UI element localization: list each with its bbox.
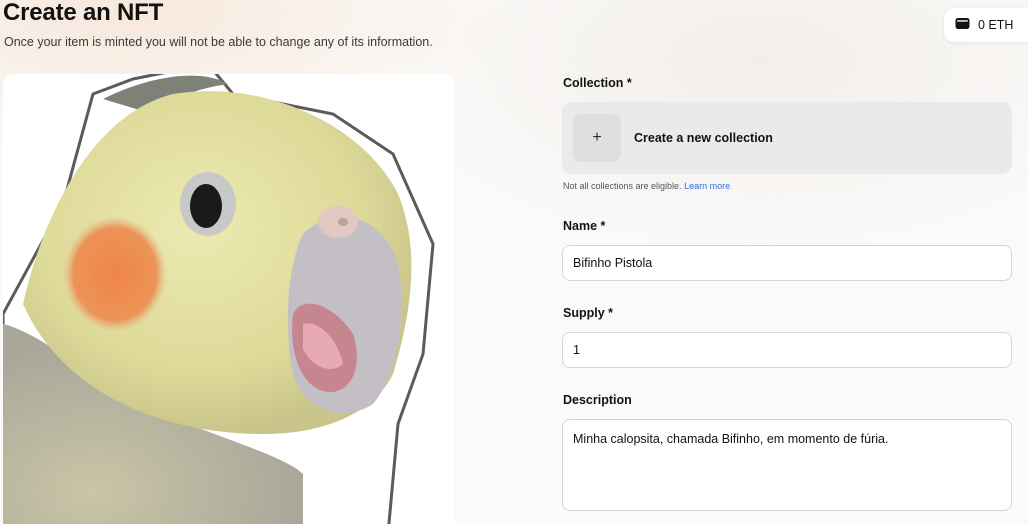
supply-input[interactable]: [562, 332, 1012, 368]
create-collection-button[interactable]: + Create a new collection: [562, 102, 1012, 174]
collection-hint: Not all collections are eligible. Learn …: [563, 181, 730, 191]
plus-icon: +: [573, 114, 621, 162]
name-label: Name *: [563, 219, 606, 233]
wallet-icon: [955, 17, 970, 33]
name-input[interactable]: [562, 245, 1012, 281]
description-label: Description: [563, 393, 632, 407]
description-textarea[interactable]: Minha calopsita, chamada Bifinho, em mom…: [562, 419, 1012, 511]
page-title: Create an NFT: [3, 0, 164, 26]
page-subtitle: Once your item is minted you will not be…: [4, 35, 433, 49]
collection-label: Collection *: [563, 76, 632, 90]
wallet-balance-button[interactable]: 0 ETH: [944, 8, 1028, 42]
collection-hint-text: Not all collections are eligible.: [563, 181, 682, 191]
learn-more-link[interactable]: Learn more: [684, 181, 730, 191]
nft-image: [3, 74, 454, 524]
nft-media-preview[interactable]: [3, 74, 454, 524]
create-collection-label: Create a new collection: [634, 131, 773, 145]
wallet-balance: 0 ETH: [978, 18, 1014, 32]
supply-label: Supply *: [563, 306, 614, 320]
